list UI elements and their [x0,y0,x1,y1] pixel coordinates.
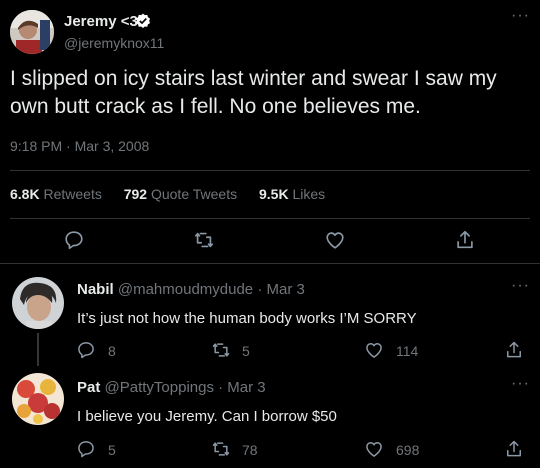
share-icon[interactable] [454,229,476,251]
retweets-stat[interactable]: 6.8K Retweets [10,186,106,202]
like-icon[interactable] [324,229,346,251]
divider [10,170,530,171]
more-icon[interactable]: ··· [511,8,530,24]
tweet-timestamp[interactable]: 9:18 PM · Mar 3, 2008 [10,138,149,154]
like-count: 698 [396,442,420,458]
reply-author-name[interactable]: Nabil [77,281,114,298]
reply-icon[interactable] [63,229,85,251]
author-avatar[interactable] [10,10,54,54]
thread-line [37,333,39,366]
divider [10,218,530,219]
retweets-count: 6.8K [10,186,40,202]
reply-meta[interactable]: @PattyToppings · Mar 3 [105,379,266,396]
retweet-count: 5 [242,343,250,359]
more-icon[interactable]: ··· [511,278,530,294]
reply-avatar[interactable] [12,373,64,425]
reply-text: It’s just not how the human body works I… [77,310,417,327]
tweet-text: I slipped on icy stairs last winter and … [10,67,497,118]
retweet-icon[interactable] [193,229,215,251]
reply-header: Pat @PattyToppings · Mar 3 [77,379,266,396]
quotes-label: Quote Tweets [150,186,238,202]
like-icon[interactable] [364,340,384,360]
tweet-stats: 6.8K Retweets 792 Quote Tweets 9.5K Like… [10,186,325,202]
verified-icon [135,13,151,29]
like-count: 114 [396,343,419,359]
likes-stat[interactable]: 9.5K Likes [259,186,325,202]
likes-label: Likes [292,186,326,202]
more-icon[interactable]: ··· [511,376,530,392]
retweet-icon[interactable] [211,340,231,360]
share-icon[interactable] [504,340,524,360]
reply-icon[interactable] [76,340,96,360]
retweet-icon[interactable] [211,439,231,459]
reply-header: Nabil @mahmoudmydude · Mar 3 [77,281,305,298]
author-handle[interactable]: @jeremyknox11 [64,35,164,51]
reply-author-name[interactable]: Pat [77,379,100,396]
retweet-count: 78 [242,442,258,458]
retweets-label: Retweets [43,186,102,202]
divider [0,263,540,264]
reply-count: 8 [108,343,116,359]
likes-count: 9.5K [259,186,289,202]
reply-avatar[interactable] [12,277,64,329]
quotes-count: 792 [123,186,148,202]
reply-text: I believe you Jeremy. Can I borrow $50 [77,408,337,425]
author-name[interactable]: Jeremy <3 [64,13,138,30]
share-icon[interactable] [504,439,524,459]
reply-meta[interactable]: @mahmoudmydude · Mar 3 [118,281,305,298]
quotes-stat[interactable]: 792 Quote Tweets [124,186,241,202]
reply-icon[interactable] [76,439,96,459]
reply-count: 5 [108,442,116,458]
like-icon[interactable] [364,439,384,459]
